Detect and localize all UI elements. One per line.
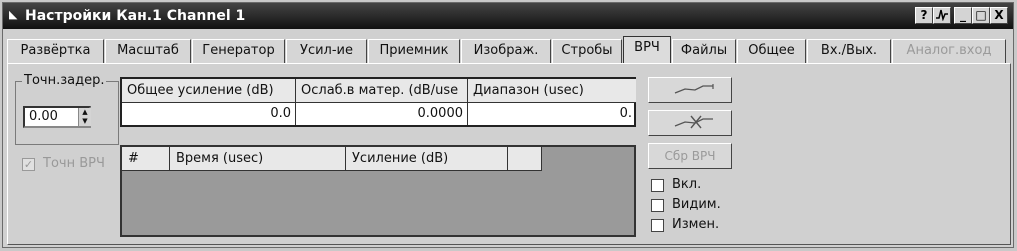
gain-table: Общее усиление (dB) Ослаб.в матер. (dB/u… (120, 77, 636, 127)
tab-display[interactable]: Изображ. (461, 39, 551, 63)
col-gain: Усиление (dB) (346, 147, 508, 171)
attenuation-cell[interactable]: 0.0000 (296, 103, 468, 125)
window-menu-icon[interactable]: ◣ (9, 9, 21, 21)
vrch-curve-delete-button[interactable] (648, 110, 732, 136)
spin-down-icon[interactable]: ▼ (79, 117, 91, 126)
col-range: Диапазон (usec) (468, 79, 636, 103)
visible-label: Видим. (672, 197, 721, 212)
help-button[interactable]: ? (915, 7, 933, 24)
precise-vrch-checkbox: ✓ (22, 158, 35, 171)
tab-bar: Развёртка Масштаб Генератор Усил-ие Прие… (7, 36, 1011, 64)
col-time: Время (usec) (170, 147, 346, 171)
tab-io[interactable]: Вх./Вых. (807, 39, 891, 63)
curve-icon (674, 84, 714, 94)
edit-label: Измен. (672, 217, 720, 232)
tab-gain[interactable]: Усил-ие (286, 39, 367, 63)
tab-vrch[interactable]: ВРЧ (623, 36, 671, 64)
title-bar: ◣ Настройки Кан.1 Channel 1 ? _ □ X (3, 3, 1013, 29)
tab-analog-input: Аналог.вход (892, 39, 1006, 63)
spin-up-icon[interactable]: ▲ (79, 108, 91, 117)
delay-value: 0.00 (29, 109, 58, 124)
delay-spin-buttons[interactable]: ▲ ▼ (78, 108, 91, 126)
reset-vrch-button: Сбр ВРЧ (648, 143, 732, 169)
vrch-points-table[interactable]: # Время (usec) Усиление (dB) (120, 145, 636, 237)
range-cell[interactable]: 0. (468, 103, 636, 125)
enable-checkbox[interactable] (651, 179, 664, 192)
tab-generator[interactable]: Генератор (192, 39, 285, 63)
col-index: # (122, 147, 170, 171)
visible-checkbox[interactable] (651, 199, 664, 212)
tab-sweep[interactable]: Развёртка (7, 39, 104, 63)
tab-scale[interactable]: Масштаб (105, 39, 191, 63)
waveform-icon (936, 9, 948, 22)
delay-spinbox[interactable]: 0.00 ▲ ▼ (23, 106, 91, 128)
tab-files[interactable]: Файлы (672, 39, 736, 63)
curve-cross-icon (674, 115, 713, 129)
col-total-gain: Общее усиление (dB) (122, 79, 296, 103)
delay-group-label: Точн.задер. (22, 73, 107, 88)
enable-label: Вкл. (672, 177, 702, 192)
vrch-curve-button[interactable] (648, 77, 732, 103)
tab-general[interactable]: Общее (737, 39, 806, 63)
edit-checkbox[interactable] (651, 219, 664, 232)
close-button[interactable]: X (990, 7, 1008, 24)
precise-vrch-label: Точн ВРЧ (43, 156, 105, 171)
total-gain-cell[interactable]: 0.0 (122, 103, 296, 125)
tab-gates[interactable]: Стробы (552, 39, 622, 63)
col-extra (508, 147, 542, 171)
window-title: Настройки Кан.1 Channel 1 (25, 8, 246, 24)
col-attenuation: Ослаб.в матер. (dB/use (296, 79, 468, 103)
signal-icon-button[interactable] (933, 7, 951, 24)
minimize-button[interactable]: _ (954, 7, 972, 24)
maximize-button[interactable]: □ (972, 7, 990, 24)
settings-window: ◣ Настройки Кан.1 Channel 1 ? _ □ X Разв… (2, 2, 1014, 248)
tab-receiver[interactable]: Приемник (368, 39, 460, 63)
